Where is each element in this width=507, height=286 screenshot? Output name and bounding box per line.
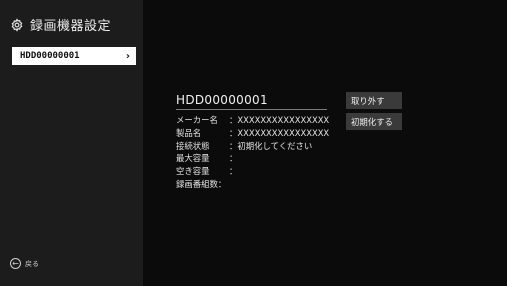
initialize-button[interactable]: 初期化する (346, 113, 402, 130)
page-header: 録画機器設定 (10, 14, 111, 34)
device-item-label: HDD00000001 (20, 51, 80, 61)
sidebar-item-device[interactable]: HDD00000001 › (12, 47, 136, 65)
info-label: メーカー名 (176, 115, 218, 125)
back-button[interactable]: ← 戻る (10, 258, 39, 269)
info-row-connection: 接続状態 ： 初期化してください (176, 140, 329, 153)
info-label: 録画番組数 (176, 178, 218, 189)
info-label: 空き容量 (176, 166, 210, 177)
info-row-free-capacity: 空き容量 ： (176, 165, 329, 178)
recording-device-settings-screen: 録画機器設定 HDD00000001 › ← 戻る HDD00000001 メー… (0, 0, 507, 286)
gear-icon (10, 17, 24, 32)
info-separator: ： (229, 115, 238, 125)
device-info-list: メーカー名 ： XXXXXXXXXXXXXXXX 製品名 ： XXXXXXXXX… (176, 114, 329, 191)
remove-button[interactable]: 取り外す (346, 92, 402, 109)
info-label: 接続状態 (176, 140, 210, 151)
info-separator: ： (229, 127, 238, 138)
info-separator: ： (229, 153, 238, 164)
info-separator: ： (217, 178, 227, 189)
info-label: 最大容量 (176, 153, 210, 164)
info-value: XXXXXXXXXXXXXXXX (237, 127, 330, 138)
info-value: XXXXXXXXXXXXXXXX (237, 115, 330, 125)
sidebar: 録画機器設定 HDD00000001 › ← 戻る (0, 0, 143, 286)
back-label: 戻る (25, 259, 39, 268)
info-separator: ： (229, 140, 238, 151)
info-row-recording-count: 録画番組数 ： (176, 178, 329, 191)
chevron-right-icon: › (125, 50, 130, 62)
info-row-maker: メーカー名 ： XXXXXXXXXXXXXXXX (176, 114, 329, 127)
back-arrow-icon: ← (10, 258, 21, 269)
info-row-product: 製品名 ： XXXXXXXXXXXXXXXX (176, 127, 329, 140)
page-title: 録画機器設定 (30, 18, 112, 34)
info-label: 製品名 (176, 127, 202, 138)
info-separator: ： (229, 166, 238, 177)
info-value: 初期化してください (237, 140, 313, 151)
device-name-heading: HDD00000001 (176, 93, 327, 110)
info-row-max-capacity: 最大容量 ： (176, 152, 329, 165)
